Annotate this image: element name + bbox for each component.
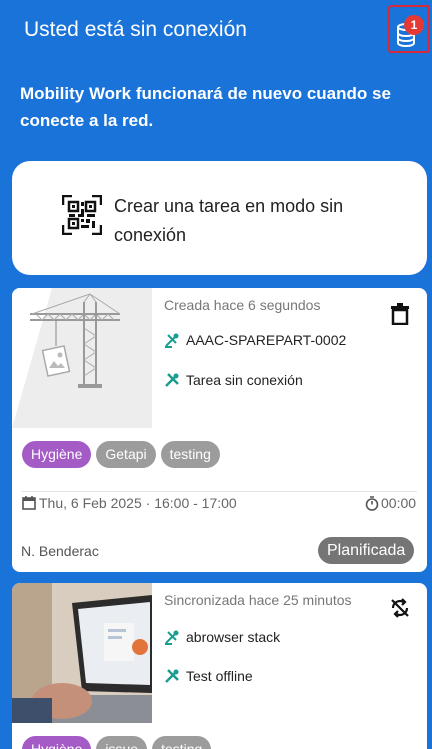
task-equipment: AAAC-SPAREPART-0002: [186, 332, 347, 348]
separator-dot: ·: [141, 495, 155, 511]
task-title-row: Tarea sin conexión: [164, 372, 303, 388]
trash-icon[interactable]: [390, 303, 410, 325]
task-tags: Hygiène Getapi testing: [22, 441, 220, 468]
create-offline-task-card[interactable]: Crear una tarea en modo sin conexión: [12, 161, 427, 275]
task-card[interactable]: Creada hace 6 segundos AAAC-SPAREPART-00…: [12, 288, 427, 572]
task-equipment-row: abrowser stack: [164, 629, 280, 645]
task-title-row: Test offline: [164, 668, 253, 684]
tools-icon: [165, 373, 179, 387]
task-date: Thu, 6 Feb 2025: [39, 495, 142, 511]
task-created-time: Creada hace 6 segundos: [164, 297, 321, 313]
tag: Getapi: [96, 441, 156, 468]
crane-illustration: [12, 288, 152, 428]
task-thumbnail: [12, 288, 152, 428]
create-task-label: Crear una tarea en modo sin conexión: [114, 196, 344, 245]
equipment-icon: [165, 333, 179, 348]
calendar-icon: [22, 496, 36, 510]
task-duration: 00:00: [365, 495, 416, 511]
task-owner: N. Benderac: [21, 543, 99, 559]
tools-icon: [165, 669, 179, 683]
tag: issue: [96, 736, 148, 749]
task-sync-time: Sincronizada hace 25 minutos: [164, 592, 352, 608]
tag: Hygiène: [22, 736, 92, 749]
qr-code-icon: [62, 195, 102, 235]
page-title: Usted está sin conexión: [24, 18, 247, 41]
task-schedule: Thu, 6 Feb 2025 · 16:00 - 17:00: [22, 495, 237, 511]
task-equipment-row: AAAC-SPAREPART-0002: [164, 332, 346, 348]
task-card[interactable]: Sincronizada hace 25 minutos abrowser st…: [12, 583, 427, 749]
task-equipment: abrowser stack: [186, 629, 281, 645]
tag: testing: [152, 736, 212, 749]
tag: Hygiène: [22, 441, 92, 468]
task-title: Tarea sin conexión: [186, 372, 303, 388]
task-tags: Hygiène issue testing: [22, 736, 212, 749]
equipment-icon: [165, 630, 179, 645]
card-divider: [22, 491, 417, 492]
task-time: 16:00 - 17:00: [154, 495, 237, 511]
task-title: Test offline: [186, 668, 253, 684]
task-duration-value: 00:00: [381, 495, 417, 511]
pending-count-badge: 1: [404, 15, 424, 35]
laptop-photo: [12, 583, 152, 723]
offline-message: Mobility Work funcionará de nuevo cuando…: [20, 84, 391, 130]
timer-icon: [365, 495, 379, 511]
status-badge: Planificada: [318, 537, 415, 564]
pending-sync-button[interactable]: 1: [388, 5, 430, 53]
task-thumbnail: [12, 583, 152, 723]
tag: testing: [160, 441, 220, 468]
header-bar: Usted está sin conexión 1: [0, 0, 432, 60]
sync-disabled-icon[interactable]: [389, 597, 411, 619]
